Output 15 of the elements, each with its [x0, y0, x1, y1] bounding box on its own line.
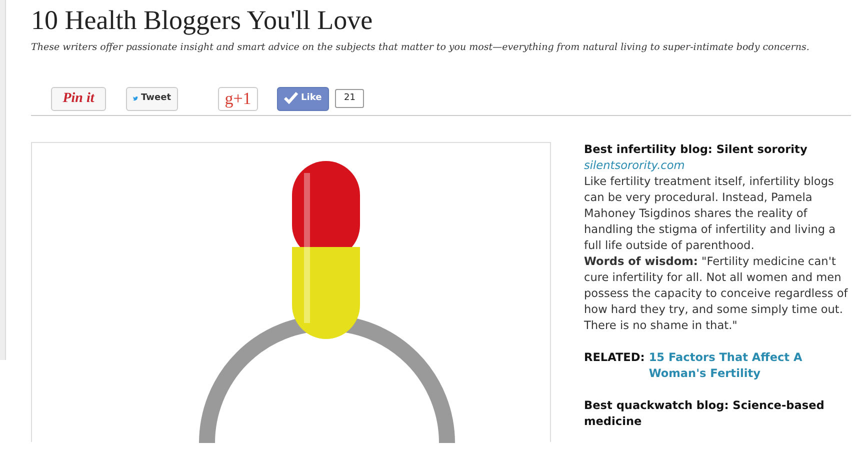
article-title: 10 Health Bloggers You'll Love	[31, 4, 374, 37]
tweet-button[interactable]: Tweet	[126, 86, 178, 111]
quote-text: Words of wisdom: "Fertility medicine can't cure infertility for all. Not all women and men possess the capacity to conceive regardless of how hard they try, and some simply time out. There is no shame in that."	[584, 254, 849, 334]
pin-it-button[interactable]: Pin it	[51, 86, 106, 111]
entry-text: Like fertility treatment itself, infertility blogs can be very procedural. Instead, Pamela Mahoney Tsigdinos shares the reality of handling the stigma of infertility and living a full life outside of parenthood.	[584, 174, 837, 254]
site-link[interactable]: silentsorority.com	[584, 158, 685, 172]
article-subtitle: These writers offer passionate insight and smart advice on the subjects that matter to you most—everything from natural living to super-intimate body concerns.	[31, 40, 810, 55]
entry-heading: Best infertility blog: Silent sorority	[584, 142, 808, 158]
check-icon	[284, 92, 298, 104]
plus-one-button[interactable]: g+1	[218, 86, 258, 111]
related-link[interactable]: 15 Factors That Affect A Woman's Fertility	[648, 350, 851, 382]
like-button[interactable]: Like	[277, 86, 329, 111]
like-count: 21	[335, 88, 364, 108]
entry-heading: Best quackwatch blog: Science-based medicine	[584, 398, 826, 430]
related-label: RELATED:	[584, 350, 645, 366]
